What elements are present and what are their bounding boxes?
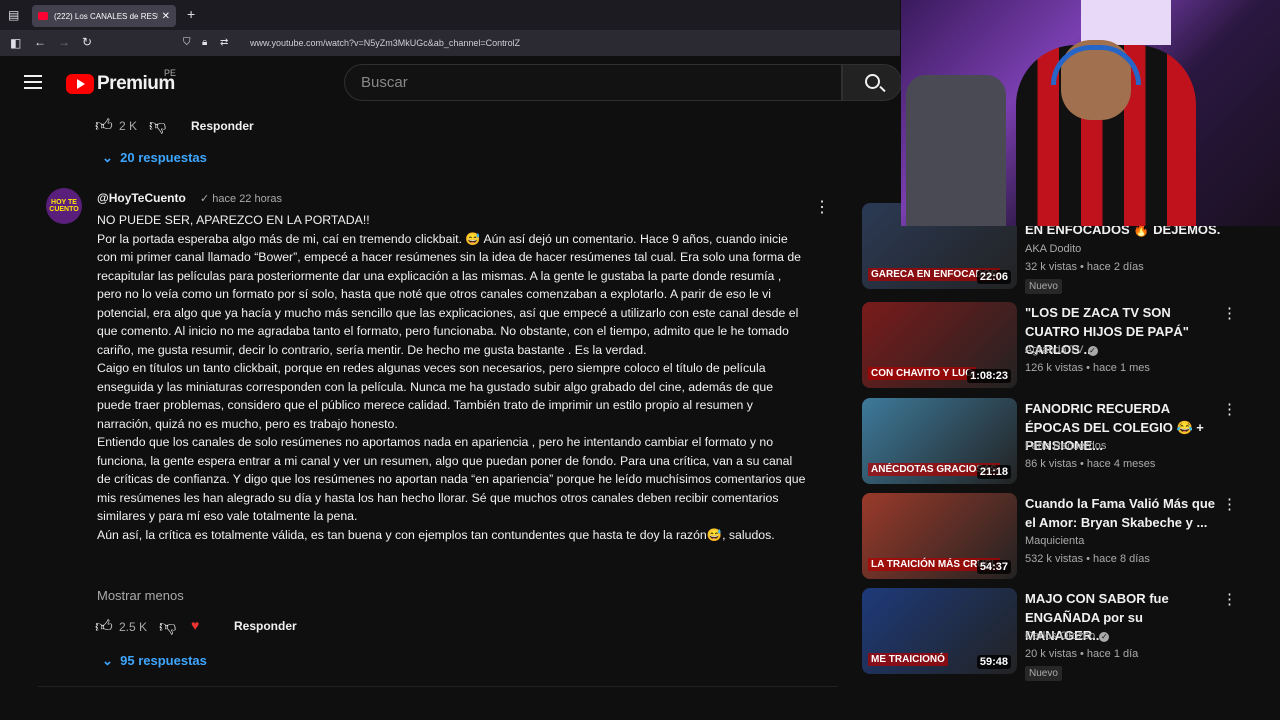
creator-heart-icon: ♥ bbox=[191, 617, 200, 633]
channel-name-text: Fano Recuerdos bbox=[1025, 440, 1107, 452]
video-options-icon[interactable]: ⋮ bbox=[1222, 590, 1237, 608]
lock-icon[interactable]: 🔒︎ bbox=[202, 37, 207, 49]
comment-time-text: hace 22 horas bbox=[212, 193, 282, 205]
video-thumbnail[interactable]: CON CHAVITO Y LUC 1:08:23 bbox=[862, 302, 1017, 388]
comment-time[interactable]: ✓ hace 22 horas bbox=[200, 192, 282, 205]
channel-name[interactable]: Agranda TV ✓ bbox=[1025, 344, 1098, 356]
video-duration: 59:48 bbox=[976, 655, 1011, 669]
shield-icon[interactable]: ⛉ bbox=[183, 37, 191, 49]
video-thumbnail[interactable]: LA TRAICIÓN MÁS CRUEL 54:37 bbox=[862, 493, 1017, 579]
new-badge: Nuevo bbox=[1025, 279, 1062, 294]
reload-icon[interactable]: ↻ bbox=[82, 36, 92, 48]
new-badge: Nuevo bbox=[1025, 666, 1062, 681]
sidebar-toggle-icon[interactable]: ◧ bbox=[10, 37, 21, 49]
video-thumbnail[interactable]: ANÉCDOTAS GRACIOSAS 21:18 bbox=[862, 398, 1017, 484]
like-icon[interactable]: 👍︎ bbox=[95, 616, 113, 637]
dislike-icon[interactable]: 👎︎ bbox=[149, 115, 166, 136]
video-options-icon[interactable]: ⋮ bbox=[1222, 304, 1237, 322]
close-tab-icon[interactable]: ✕ bbox=[162, 11, 170, 22]
browser-nav-bar: ◧ ← → ↻ ⛉ 🔒︎ ⇄ www.youtube.com/watch?v=N… bbox=[0, 30, 900, 56]
video-duration: 21:18 bbox=[976, 465, 1011, 479]
channel-name[interactable]: Fano Recuerdos bbox=[1025, 440, 1106, 452]
replies-toggle[interactable]: ⌄ 95 respuestas bbox=[102, 653, 207, 669]
video-card[interactable]: ANÉCDOTAS GRACIOSAS 21:18 FANODRIC RECUE… bbox=[862, 398, 1262, 488]
comment-paragraph: NO PUEDE SER, APAREZCO EN LA PORTADA!! bbox=[97, 213, 370, 227]
video-meta: 86 k vistas • hace 4 meses bbox=[1025, 458, 1156, 470]
replies-toggle[interactable]: ⌄ 20 respuestas bbox=[102, 150, 207, 166]
thumbnail-text: CON CHAVITO Y LUC bbox=[868, 367, 976, 380]
video-card[interactable]: LA TRAICIÓN MÁS CRUEL 54:37 Cuando la Fa… bbox=[862, 493, 1262, 583]
search-input[interactable]: Buscar bbox=[344, 64, 842, 101]
back-icon[interactable]: ← bbox=[34, 36, 46, 48]
menu-icon[interactable] bbox=[24, 75, 42, 93]
thumbnail-text: ME TRAICIONÓ bbox=[868, 653, 948, 666]
url-bar[interactable]: www.youtube.com/watch?v=N5yZm3MkUGc&ab_c… bbox=[250, 38, 520, 48]
forward-icon[interactable]: → bbox=[58, 36, 70, 48]
channel-name[interactable]: Maquicienta bbox=[1025, 535, 1084, 547]
webcam-overlay bbox=[901, 0, 1280, 226]
video-meta: 32 k vistas • hace 2 días bbox=[1025, 261, 1144, 273]
video-duration: 54:37 bbox=[976, 560, 1011, 574]
youtube-favicon-icon bbox=[38, 12, 48, 20]
like-count: 2 K bbox=[119, 119, 138, 133]
comment-paragraph: Caigo en títulos un tanto clickbait, por… bbox=[97, 361, 774, 431]
video-options-icon[interactable]: ⋮ bbox=[1222, 400, 1237, 418]
channel-name[interactable]: AKA Dodito bbox=[1025, 243, 1081, 255]
tab-title: (222) Los CANALES de RESÚMEN bbox=[54, 11, 158, 21]
tab-list-icon[interactable]: ▤ bbox=[8, 9, 19, 21]
channel-name-text: Carlos Orozco bbox=[1025, 630, 1096, 642]
chevron-down-icon: ⌄ bbox=[102, 653, 113, 668]
video-options-icon[interactable]: ⋮ bbox=[1222, 495, 1237, 513]
divider bbox=[38, 686, 838, 687]
chevron-down-icon: ⌄ bbox=[102, 150, 113, 165]
replies-label: 20 respuestas bbox=[120, 150, 207, 165]
like-count: 2.5 K bbox=[119, 620, 148, 634]
like-icon[interactable]: 👍︎ bbox=[95, 115, 113, 136]
comment-options-icon[interactable]: ⋮ bbox=[814, 197, 830, 217]
youtube-logo[interactable]: Premium PE bbox=[66, 68, 176, 95]
avatar[interactable]: HOY TE CUENTO bbox=[46, 188, 82, 224]
comment-paragraph: Aún así, la crítica es totalmente válida… bbox=[97, 527, 775, 542]
video-duration: 1:08:23 bbox=[967, 369, 1011, 383]
ceiling-light bbox=[1081, 0, 1171, 45]
channel-name-text: Agranda TV bbox=[1025, 344, 1084, 356]
new-tab-button[interactable]: + bbox=[187, 7, 195, 21]
gaming-chair bbox=[906, 75, 1006, 226]
play-logo-icon bbox=[66, 74, 94, 94]
video-thumbnail[interactable]: ME TRAICIONÓ 59:48 bbox=[862, 588, 1017, 674]
comment-paragraph: Por la portada esperaba algo más de mi, … bbox=[97, 231, 801, 357]
video-card[interactable]: CON CHAVITO Y LUC 1:08:23 "LOS DE ZACA T… bbox=[862, 302, 1262, 392]
browser-tab[interactable]: (222) Los CANALES de RESÚMEN ✕ bbox=[32, 5, 176, 27]
video-meta: 126 k vistas • hace 1 mes bbox=[1025, 362, 1150, 374]
channel-name[interactable]: Carlos Orozco ✓ bbox=[1025, 630, 1110, 642]
replies-label: 95 respuestas bbox=[120, 653, 207, 668]
permissions-icon[interactable]: ⇄ bbox=[220, 37, 228, 49]
video-duration: 22:06 bbox=[976, 270, 1011, 284]
region-code: PE bbox=[164, 68, 177, 78]
comment-body: NO PUEDE SER, APAREZCO EN LA PORTADA!! P… bbox=[97, 211, 807, 544]
search-placeholder: Buscar bbox=[361, 74, 408, 91]
comment-author[interactable]: @HoyTeCuento bbox=[97, 191, 186, 205]
browser-tab-bar: ▤ (222) Los CANALES de RESÚMEN ✕ + bbox=[0, 0, 900, 30]
video-title[interactable]: Cuando la Fama Valió Más que el Amor: Br… bbox=[1025, 495, 1220, 532]
video-meta: 20 k vistas • hace 1 día bbox=[1025, 648, 1139, 660]
channel-name-text: Maquicienta bbox=[1025, 535, 1085, 547]
show-less-button[interactable]: Mostrar menos bbox=[97, 588, 184, 603]
video-card[interactable]: ME TRAICIONÓ 59:48 MAJO CON SABOR fue EN… bbox=[862, 588, 1262, 681]
video-meta: 532 k vistas • hace 8 días bbox=[1025, 553, 1150, 565]
verified-icon: ✓ bbox=[1099, 632, 1110, 642]
search-button[interactable] bbox=[842, 64, 902, 101]
reply-button[interactable]: Responder bbox=[191, 119, 254, 133]
channel-name-text: AKA Dodito bbox=[1025, 243, 1082, 255]
verified-icon: ✓ bbox=[1087, 346, 1098, 356]
comment-paragraph: Entiendo que los canales de solo resúmen… bbox=[97, 435, 806, 523]
search-icon bbox=[865, 74, 880, 89]
dislike-icon[interactable]: 👎︎ bbox=[159, 616, 176, 637]
reply-button[interactable]: Responder bbox=[234, 619, 297, 633]
